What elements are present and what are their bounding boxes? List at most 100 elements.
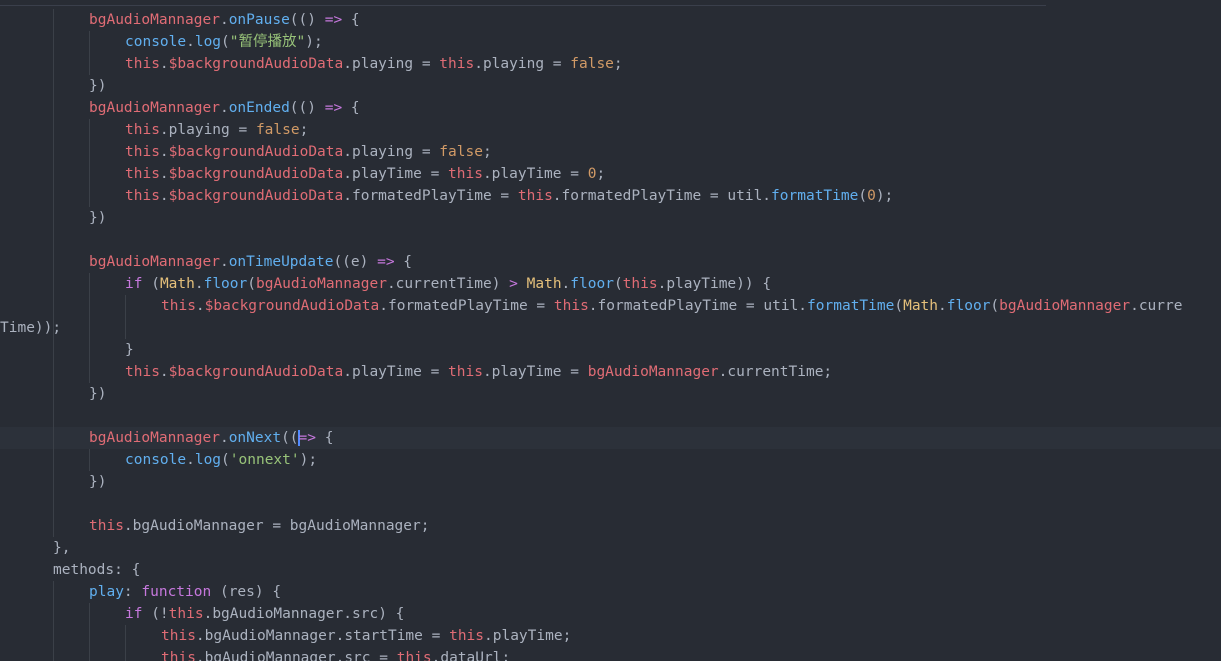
code-token: .dataUrl; <box>431 650 511 661</box>
code-editor[interactable]: bgAudioMannager.onPause(() => {console.l… <box>0 0 1221 661</box>
code-text: }, <box>53 537 70 559</box>
indent-guide <box>89 119 90 141</box>
code-token: ( <box>221 452 230 468</box>
code-token: . <box>561 276 571 292</box>
code-text: play: function (res) { <box>89 581 281 603</box>
code-line[interactable]: console.log('onnext'); <box>0 449 1221 471</box>
code-line[interactable]: bgAudioMannager.onNext((=> { <box>0 427 1221 449</box>
code-line[interactable]: bgAudioMannager.onTimeUpdate((e) => { <box>0 251 1221 273</box>
code-text: bgAudioMannager.onPause(() => { <box>89 9 360 31</box>
code-line[interactable]: Time)); <box>0 317 1221 339</box>
code-token: (res) { <box>211 584 282 600</box>
code-line[interactable] <box>0 405 1221 427</box>
code-token: . <box>159 56 169 72</box>
code-token: ( <box>142 276 160 292</box>
code-line[interactable]: methods: { <box>0 559 1221 581</box>
indent-guide <box>53 471 54 493</box>
indent-guide <box>53 273 54 295</box>
editor-top-border <box>0 0 1046 6</box>
code-token: this <box>125 144 160 160</box>
code-line[interactable]: this.$backgroundAudioData.playing = fals… <box>0 141 1221 163</box>
code-token: . <box>195 298 205 314</box>
code-token: ); <box>299 452 318 468</box>
indent-guide <box>53 383 54 405</box>
code-token: > <box>509 276 518 292</box>
code-token: bgAudioMannager <box>89 254 220 270</box>
code-token: this <box>396 650 432 661</box>
code-token: "暂停播放" <box>229 34 306 50</box>
code-line[interactable]: this.bgAudioMannager = bgAudioMannager; <box>0 515 1221 537</box>
code-token: .playTime = <box>343 166 449 182</box>
indent-guide <box>53 119 54 141</box>
code-token: . <box>219 12 229 28</box>
indent-guide <box>125 295 126 317</box>
code-line[interactable]: } <box>0 339 1221 361</box>
code-token: ; <box>299 122 309 138</box>
code-line[interactable]: this.$backgroundAudioData.formatedPlayTi… <box>0 185 1221 207</box>
code-line[interactable]: this.bgAudioMannager.startTime = this.pl… <box>0 625 1221 647</box>
code-token: ((e) <box>333 254 378 270</box>
code-token: . <box>219 430 229 446</box>
code-text: this.$backgroundAudioData.playing = this… <box>125 53 623 75</box>
code-token: methods: { <box>53 562 141 578</box>
code-token: $backgroundAudioData <box>168 144 344 160</box>
code-token: $backgroundAudioData <box>168 364 344 380</box>
code-token: .bgAudioMannager = bgAudioMannager; <box>123 518 430 534</box>
code-line[interactable]: if (Math.floor(bgAudioMannager.currentTi… <box>0 273 1221 295</box>
code-token: onNext <box>228 430 282 446</box>
code-token: .formatedPlayTime = util. <box>588 298 808 314</box>
code-text: if (Math.floor(bgAudioMannager.currentTi… <box>125 273 771 295</box>
indent-guide <box>89 163 90 185</box>
indent-guide <box>53 75 54 97</box>
code-line[interactable]: this.$backgroundAudioData.playTime = thi… <box>0 361 1221 383</box>
indent-guide <box>89 449 90 471</box>
code-line[interactable]: this.$backgroundAudioData.formatedPlayTi… <box>0 295 1221 317</box>
code-line[interactable]: this.$backgroundAudioData.playTime = thi… <box>0 163 1221 185</box>
code-token: }) <box>89 210 107 226</box>
code-line[interactable]: }) <box>0 207 1221 229</box>
indent-guide <box>53 251 54 273</box>
indent-guide <box>53 9 54 31</box>
code-token: this <box>161 628 196 644</box>
indent-guide <box>125 625 126 647</box>
code-line[interactable]: }, <box>0 537 1221 559</box>
code-token: .playTime = <box>482 166 588 182</box>
code-token: Math <box>526 276 562 292</box>
code-line[interactable]: play: function (res) { <box>0 581 1221 603</box>
indent-guide <box>89 647 90 661</box>
indent-guide <box>53 405 54 427</box>
code-line[interactable]: }) <box>0 471 1221 493</box>
code-token: floor <box>203 276 248 292</box>
code-text: this.bgAudioMannager.src = this.dataUrl; <box>161 647 510 661</box>
code-token: ); <box>875 188 894 204</box>
code-line[interactable] <box>0 493 1221 515</box>
code-text: this.bgAudioMannager.startTime = this.pl… <box>161 625 571 647</box>
code-token: .currentTime) <box>386 276 510 292</box>
code-text: }) <box>89 471 106 493</box>
indent-guide <box>89 339 90 361</box>
code-token: . <box>159 144 169 160</box>
code-token: }) <box>89 386 107 402</box>
code-line[interactable]: }) <box>0 383 1221 405</box>
code-token: log <box>194 452 222 468</box>
code-token: .playTime = <box>482 364 588 380</box>
code-text: this.bgAudioMannager = bgAudioMannager; <box>89 515 429 537</box>
code-text: methods: { <box>53 559 140 581</box>
code-line[interactable]: }) <box>0 75 1221 97</box>
code-line[interactable]: console.log("暂停播放"); <box>0 31 1221 53</box>
code-token: .curre <box>1130 298 1183 314</box>
code-token: => <box>377 254 395 270</box>
code-area[interactable]: bgAudioMannager.onPause(() => {console.l… <box>0 9 1221 661</box>
code-line[interactable]: bgAudioMannager.onEnded(() => { <box>0 97 1221 119</box>
code-token: bgAudioMannager <box>89 430 220 446</box>
code-line[interactable]: this.playing = false; <box>0 119 1221 141</box>
code-line[interactable]: if (!this.bgAudioMannager.src) { <box>0 603 1221 625</box>
code-line[interactable]: this.$backgroundAudioData.playing = this… <box>0 53 1221 75</box>
code-line[interactable]: this.bgAudioMannager.src = this.dataUrl; <box>0 647 1221 661</box>
code-token: onEnded <box>228 100 290 116</box>
code-line[interactable]: bgAudioMannager.onPause(() => { <box>0 9 1221 31</box>
code-token: this <box>622 276 658 292</box>
code-line[interactable] <box>0 229 1221 251</box>
indent-guide <box>89 295 90 317</box>
code-token: (( <box>281 430 299 446</box>
